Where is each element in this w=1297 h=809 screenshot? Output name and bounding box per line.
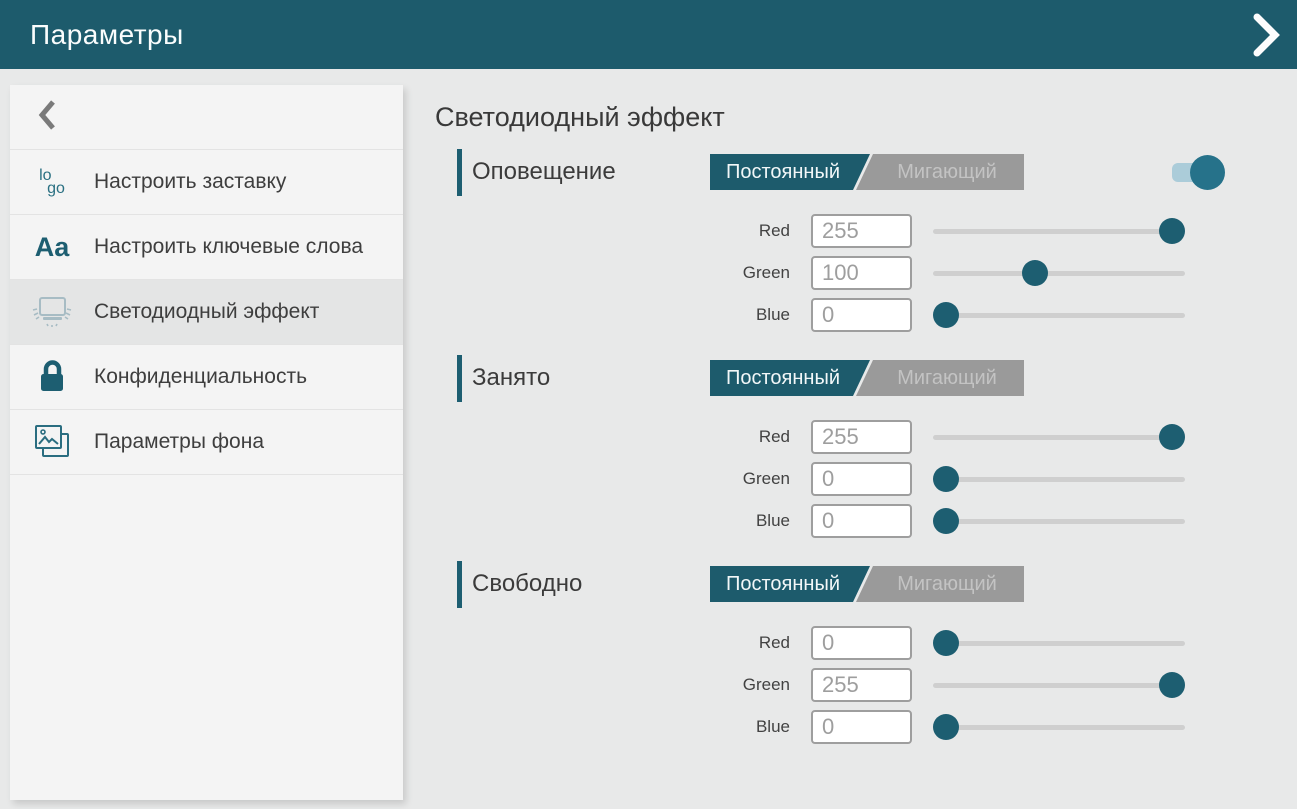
section-accent-bar xyxy=(457,561,462,608)
channel-slider-red[interactable] xyxy=(933,214,1185,248)
section-accent-bar xyxy=(457,149,462,196)
channel-label-blue: Blue xyxy=(710,305,790,325)
mode-toggle-group: Постоянный Мигающий xyxy=(710,360,1024,396)
text-aa-icon: Aa xyxy=(10,232,94,263)
led-monitor-icon xyxy=(10,294,94,330)
channel-label-red: Red xyxy=(710,427,790,447)
sidebar-item-label: Настроить заставку xyxy=(94,156,304,208)
channel-label-green: Green xyxy=(710,263,790,283)
slider-track xyxy=(933,683,1185,688)
sidebar-item-led-effect[interactable]: Светодиодный эффект xyxy=(10,280,403,345)
channel-slider-blue[interactable] xyxy=(933,710,1185,744)
mode-solid-button[interactable]: Постоянный xyxy=(710,154,870,190)
channel-slider-blue[interactable] xyxy=(933,298,1185,332)
slider-track xyxy=(933,229,1185,234)
main-content: Светодиодный эффект Оповещение Постоянны… xyxy=(435,69,1235,766)
channel-label-blue: Blue xyxy=(710,511,790,531)
slider-knob[interactable] xyxy=(933,630,959,656)
sidebar-item-keywords[interactable]: Aa Настроить ключевые слова xyxy=(10,215,403,280)
channel-value-input-green[interactable] xyxy=(811,256,912,290)
channel-slider-red[interactable] xyxy=(933,626,1185,660)
slider-knob[interactable] xyxy=(933,508,959,534)
sidebar-item-label: Конфиденциальность xyxy=(94,351,325,403)
sidebar-item-label: Светодиодный эффект xyxy=(94,286,337,338)
channel-value-input-red[interactable] xyxy=(811,420,912,454)
slider-knob[interactable] xyxy=(1159,672,1185,698)
enable-toggle[interactable] xyxy=(1172,154,1225,190)
section-accent-bar xyxy=(457,355,462,402)
channel-value-input-blue[interactable] xyxy=(811,710,912,744)
mode-toggle-group: Постоянный Мигающий xyxy=(710,566,1024,602)
channel-value-input-red[interactable] xyxy=(811,214,912,248)
channel-value-input-blue[interactable] xyxy=(811,504,912,538)
channel-slider-green[interactable] xyxy=(933,256,1185,290)
app-header: Параметры xyxy=(0,0,1297,69)
section-notification: Оповещение Постоянный Мигающий Red Green xyxy=(457,148,1235,332)
slider-knob[interactable] xyxy=(1159,424,1185,450)
slider-track xyxy=(933,271,1185,276)
channel-label-red: Red xyxy=(710,633,790,653)
channel-slider-red[interactable] xyxy=(933,420,1185,454)
slider-track xyxy=(933,313,1185,318)
mode-blink-button[interactable]: Мигающий xyxy=(856,360,1024,396)
channel-slider-green[interactable] xyxy=(933,462,1185,496)
channel-slider-green[interactable] xyxy=(933,668,1185,702)
channel-value-input-red[interactable] xyxy=(811,626,912,660)
slider-knob[interactable] xyxy=(933,302,959,328)
slider-track xyxy=(933,519,1185,524)
section-busy: Занято Постоянный Мигающий Red Green xyxy=(457,354,1235,538)
slider-track xyxy=(933,641,1185,646)
sidebar-item-privacy[interactable]: Конфиденциальность xyxy=(10,345,403,410)
logo-icon: logo xyxy=(10,169,94,195)
page-title: Параметры xyxy=(30,19,184,51)
sidebar-back-button[interactable] xyxy=(10,85,403,150)
slider-knob[interactable] xyxy=(933,714,959,740)
section-free: Свободно Постоянный Мигающий Red Green xyxy=(457,560,1235,744)
channel-label-green: Green xyxy=(710,675,790,695)
slider-track xyxy=(933,477,1185,482)
content-title: Светодиодный эффект xyxy=(435,102,1235,133)
toggle-knob xyxy=(1190,155,1225,190)
slider-knob[interactable] xyxy=(1022,260,1048,286)
forward-chevron-icon[interactable] xyxy=(1251,12,1281,58)
channel-slider-blue[interactable] xyxy=(933,504,1185,538)
mode-toggle-group: Постоянный Мигающий xyxy=(710,154,1024,190)
section-title: Занято xyxy=(472,364,550,392)
sidebar-item-label: Параметры фона xyxy=(94,416,282,468)
slider-track xyxy=(933,435,1185,440)
slider-knob[interactable] xyxy=(1159,218,1185,244)
channel-label-red: Red xyxy=(710,221,790,241)
channel-label-blue: Blue xyxy=(710,717,790,737)
mode-blink-button[interactable]: Мигающий xyxy=(856,154,1024,190)
lock-icon xyxy=(10,359,94,395)
slider-knob[interactable] xyxy=(933,466,959,492)
slider-track xyxy=(933,725,1185,730)
section-title: Оповещение xyxy=(472,158,616,186)
sidebar-item-splash-screen[interactable]: logo Настроить заставку xyxy=(10,150,403,215)
back-chevron-icon xyxy=(38,99,55,136)
channel-value-input-green[interactable] xyxy=(811,668,912,702)
settings-sidebar: logo Настроить заставку Aa Настроить клю… xyxy=(10,85,403,800)
channel-value-input-green[interactable] xyxy=(811,462,912,496)
mode-solid-button[interactable]: Постоянный xyxy=(710,566,870,602)
channel-value-input-blue[interactable] xyxy=(811,298,912,332)
section-title: Свободно xyxy=(472,570,582,598)
sidebar-item-label: Настроить ключевые слова xyxy=(94,221,381,273)
channel-label-green: Green xyxy=(710,469,790,489)
sidebar-item-background[interactable]: Параметры фона xyxy=(10,410,403,475)
mode-blink-button[interactable]: Мигающий xyxy=(856,566,1024,602)
background-image-icon xyxy=(10,423,94,461)
mode-solid-button[interactable]: Постоянный xyxy=(710,360,870,396)
